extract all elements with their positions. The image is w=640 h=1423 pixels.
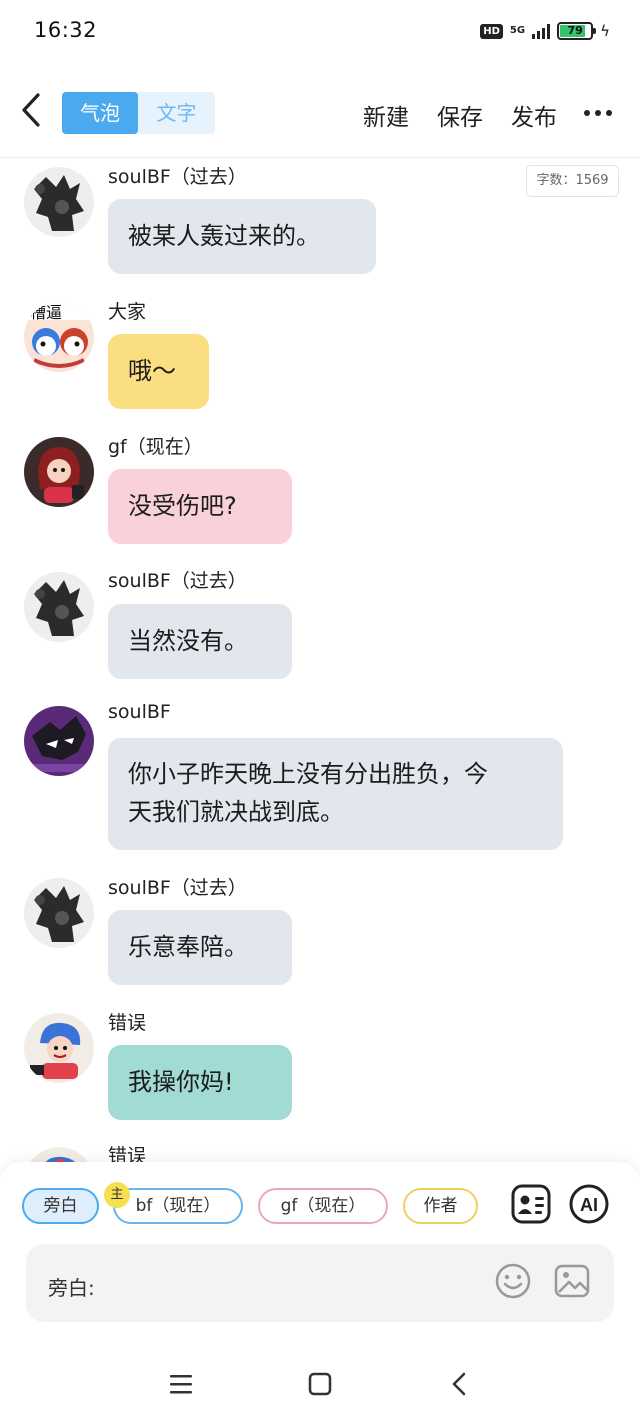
image-button[interactable] <box>553 1262 591 1300</box>
tab-bubble[interactable]: 气泡 <box>62 92 138 134</box>
status-time: 16:32 <box>34 18 98 42</box>
menu-nav-button[interactable] <box>166 1369 196 1399</box>
home-square-icon <box>308 1372 332 1396</box>
message-bubble[interactable]: 我操你妈! <box>108 1045 292 1120</box>
more-menu-icon[interactable] <box>584 110 612 116</box>
message-bubble[interactable]: 被某人轰过来的。 <box>108 199 376 274</box>
battery-level: 79 <box>567 24 583 37</box>
tab-text[interactable]: 文字 <box>138 92 215 134</box>
save-button[interactable]: 保存 <box>437 98 483 132</box>
status-bar: 16:32 HD 5G 79 ϟ <box>0 0 640 62</box>
message-text-line: 天我们就决战到底。 <box>128 798 344 826</box>
role-chip-author[interactable]: 作者 <box>403 1188 478 1224</box>
system-nav-bar <box>0 1347 640 1423</box>
compose-panel: 旁白 bf（现在） 主 gf（现在） 作者 AI 旁白: <box>0 1162 640 1347</box>
message-sender: soulBF（过去） <box>108 570 247 592</box>
battery-icon: 79 <box>557 22 597 40</box>
svg-text:槽逼: 槽逼 <box>30 303 62 322</box>
ai-label: AI <box>580 1195 598 1215</box>
input-placeholder: 旁白: <box>48 1276 95 1300</box>
message-sender: 错误 <box>108 1012 147 1034</box>
back-button[interactable] <box>18 92 48 128</box>
mode-toggle: 气泡 文字 <box>62 92 215 134</box>
message-sender: 大家 <box>108 301 147 323</box>
charging-icon: ϟ <box>600 22 610 40</box>
contact-card-icon <box>511 1184 551 1224</box>
avatar[interactable] <box>24 706 94 776</box>
message-bubble[interactable]: 当然没有。 <box>108 604 292 679</box>
message-sender: gf（现在） <box>108 436 203 458</box>
word-count-badge: 字数：1569 <box>526 165 619 197</box>
back-triangle-icon <box>452 1372 466 1396</box>
message-bubble[interactable]: 没受伤吧? <box>108 469 292 544</box>
ai-button[interactable]: AI <box>569 1184 609 1224</box>
back-nav-button[interactable] <box>445 1369 475 1399</box>
menu-icon <box>170 1375 192 1394</box>
image-icon <box>554 1264 590 1298</box>
signal-icon <box>532 23 551 39</box>
message-bubble[interactable]: 乐意奉陪。 <box>108 910 292 985</box>
publish-button[interactable]: 发布 <box>511 98 557 132</box>
message-bubble[interactable]: 你小子昨天晚上没有分出胜负，今 天我们就决战到底。 <box>108 738 563 850</box>
avatar[interactable]: 槽逼 <box>24 302 94 372</box>
avatar[interactable] <box>24 878 94 948</box>
message-sender: soulBF（过去） <box>108 877 247 899</box>
avatar[interactable] <box>24 167 94 237</box>
emoji-button[interactable] <box>494 1262 532 1300</box>
chevron-left-icon <box>22 93 40 127</box>
top-bar: 气泡 文字 新建 保存 发布 <box>0 62 640 158</box>
role-chip-gf-now[interactable]: gf（现在） <box>258 1188 388 1224</box>
role-manager-button[interactable] <box>511 1184 551 1224</box>
main-role-badge: 主 <box>104 1182 130 1208</box>
new-button[interactable]: 新建 <box>363 98 409 132</box>
hd-icon: HD <box>480 23 503 39</box>
message-sender: soulBF（过去） <box>108 166 247 188</box>
role-chip-bf-now[interactable]: bf（现在） <box>113 1188 243 1224</box>
avatar[interactable] <box>24 572 94 642</box>
status-icons: HD 5G 79 ϟ <box>480 20 610 42</box>
message-input[interactable]: 旁白: <box>26 1244 614 1322</box>
network-type: 5G <box>509 25 526 36</box>
role-chip-narration[interactable]: 旁白 <box>22 1188 99 1224</box>
emoji-icon <box>495 1263 531 1299</box>
home-nav-button[interactable] <box>305 1369 335 1399</box>
message-bubble[interactable]: 哦～ <box>108 334 209 409</box>
message-sender: soulBF <box>108 701 171 723</box>
ai-icon: AI <box>569 1184 609 1224</box>
avatar[interactable] <box>24 1013 94 1083</box>
message-text-line: 你小子昨天晚上没有分出胜负，今 <box>128 760 488 788</box>
avatar[interactable] <box>24 437 94 507</box>
